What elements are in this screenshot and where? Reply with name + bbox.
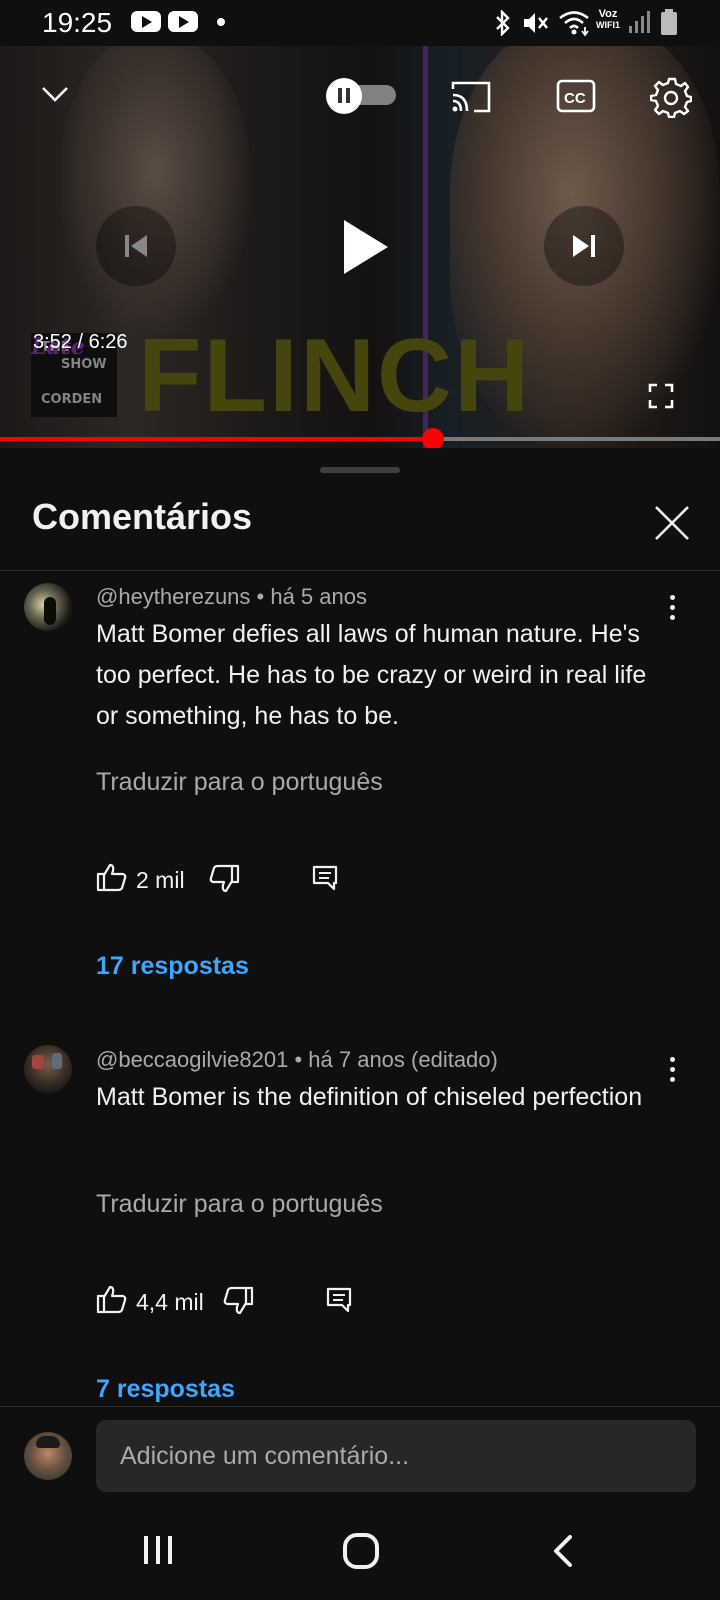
- settings-icon[interactable]: [650, 76, 692, 118]
- replies-link[interactable]: 7 respostas: [96, 1375, 235, 1404]
- progress-fill: [0, 437, 433, 441]
- replies-link[interactable]: 17 respostas: [96, 952, 249, 981]
- captions-icon[interactable]: CC: [556, 79, 596, 113]
- home-icon[interactable]: [342, 1532, 380, 1570]
- pause-toggle[interactable]: [326, 78, 400, 114]
- svg-text:CC: CC: [564, 90, 586, 107]
- avatar[interactable]: [24, 583, 72, 631]
- notification-dot: [217, 18, 225, 26]
- like-count: 2 mil: [136, 867, 185, 893]
- close-icon[interactable]: [652, 503, 692, 543]
- youtube-icon: [168, 11, 198, 32]
- next-button[interactable]: [544, 206, 624, 286]
- mute-icon: [524, 13, 548, 33]
- reply-icon[interactable]: [312, 865, 338, 891]
- more-options-icon[interactable]: [662, 1055, 682, 1085]
- dislike-icon[interactable]: [222, 1286, 254, 1316]
- youtube-icon: [131, 11, 161, 32]
- drag-handle[interactable]: [320, 467, 400, 473]
- recent-apps-icon[interactable]: [142, 1534, 174, 1566]
- status-time: 19:25: [42, 7, 113, 38]
- wifi-icon: [559, 11, 589, 37]
- battery-icon: [661, 9, 677, 35]
- translate-link[interactable]: Traduzir para o português: [96, 768, 383, 797]
- comment-meta: @beccaogilvie8201 • há 7 anos (editado): [96, 1047, 498, 1072]
- like-icon[interactable]: [96, 862, 128, 892]
- comment-text: Matt Bomer defies all laws of human natu…: [96, 620, 647, 730]
- fullscreen-icon[interactable]: [648, 383, 674, 409]
- like-icon[interactable]: [96, 1284, 128, 1314]
- user-avatar[interactable]: [24, 1432, 72, 1480]
- progress-scrubber[interactable]: [422, 428, 444, 450]
- signal-icon: [629, 11, 650, 33]
- cast-icon[interactable]: [450, 80, 492, 114]
- status-bar: 19:25 Voz WIFI1: [0, 0, 720, 46]
- avatar[interactable]: [24, 1045, 72, 1093]
- comment-text: Matt Bomer is the definition of chiseled…: [96, 1083, 643, 1111]
- like-count: 4,4 mil: [136, 1289, 204, 1315]
- system-nav-bar: [0, 1500, 720, 1600]
- dislike-icon[interactable]: [208, 864, 240, 894]
- panel-title: Comentários: [32, 496, 253, 537]
- previous-button[interactable]: [96, 206, 176, 286]
- voz-wifi-label: Voz WIFI1: [596, 8, 620, 31]
- next-icon: [573, 235, 595, 257]
- header-divider: [0, 570, 720, 571]
- comment-input[interactable]: [96, 1420, 696, 1492]
- play-icon[interactable]: [336, 216, 396, 278]
- more-options-icon[interactable]: [662, 593, 682, 623]
- comment-meta: @heytherezuns • há 5 anos: [96, 584, 367, 609]
- back-icon[interactable]: [550, 1534, 574, 1568]
- video-time: 3:52 / 6:26: [33, 331, 128, 353]
- collapse-icon[interactable]: [40, 84, 70, 104]
- previous-icon: [125, 235, 147, 257]
- translate-link[interactable]: Traduzir para o português: [96, 1190, 383, 1219]
- bluetooth-icon: [496, 10, 510, 36]
- reply-icon[interactable]: [326, 1287, 352, 1313]
